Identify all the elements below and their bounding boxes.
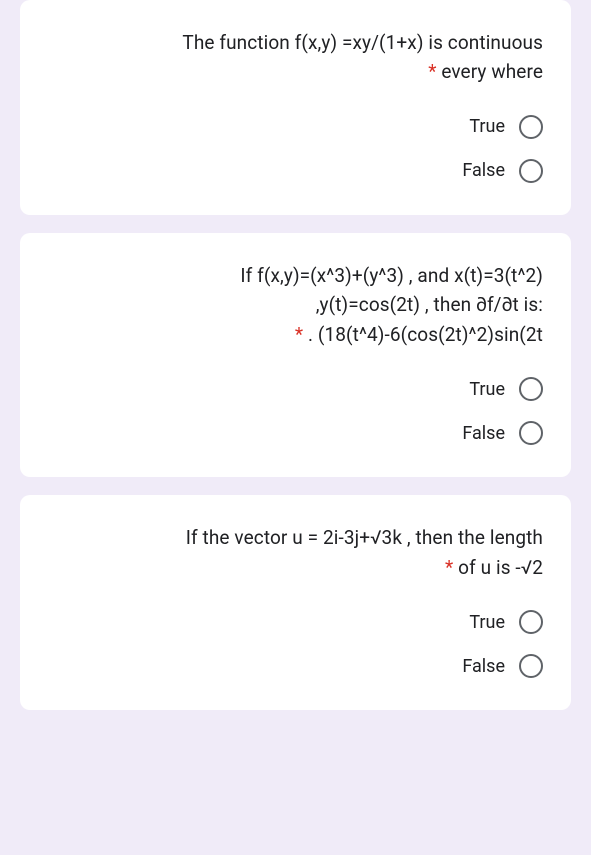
required-asterisk: * xyxy=(428,60,436,83)
required-asterisk: * xyxy=(295,323,303,346)
question-card-3: If the vector u = 2i-3j+√3k , then the l… xyxy=(20,495,571,710)
question-text: If f(x,y)=(x^3)+(y^3) , and x(t)=3(t^2) … xyxy=(48,261,543,349)
question-text: The function f(x,y) =xy/(1+x) is continu… xyxy=(48,28,543,87)
radio-icon xyxy=(519,159,543,183)
option-label: False xyxy=(462,160,505,181)
question-card-1: The function f(x,y) =xy/(1+x) is continu… xyxy=(20,0,571,215)
option-true[interactable]: True xyxy=(469,377,543,401)
option-true[interactable]: True xyxy=(469,610,543,634)
question-line: ,y(t)=cos(2t) , then ∂f/∂t is: xyxy=(316,293,543,316)
question-text: If the vector u = 2i-3j+√3k , then the l… xyxy=(48,523,543,582)
question-line: The function f(x,y) =xy/(1+x) is continu… xyxy=(182,31,543,54)
radio-icon xyxy=(519,115,543,139)
option-label: False xyxy=(462,423,505,444)
question-card-2: If f(x,y)=(x^3)+(y^3) , and x(t)=3(t^2) … xyxy=(20,233,571,477)
option-label: True xyxy=(469,612,505,633)
option-false[interactable]: False xyxy=(462,421,543,445)
options-group: True False xyxy=(48,115,543,183)
option-label: False xyxy=(462,656,505,677)
option-label: True xyxy=(469,116,505,137)
required-asterisk: * xyxy=(445,556,453,579)
question-line: . (18(t^4)-6(cos(2t)^2)sin(2t xyxy=(308,323,543,346)
options-group: True False xyxy=(48,377,543,445)
question-line: If f(x,y)=(x^3)+(y^3) , and x(t)=3(t^2) xyxy=(240,264,543,287)
question-line: every where xyxy=(441,60,543,83)
radio-icon xyxy=(519,377,543,401)
options-group: True False xyxy=(48,610,543,678)
question-line: of u is -√2 xyxy=(458,556,543,579)
radio-icon xyxy=(519,421,543,445)
radio-icon xyxy=(519,610,543,634)
option-true[interactable]: True xyxy=(469,115,543,139)
option-label: True xyxy=(469,379,505,400)
question-line: If the vector u = 2i-3j+√3k , then the l… xyxy=(186,526,543,549)
option-false[interactable]: False xyxy=(462,159,543,183)
radio-icon xyxy=(519,654,543,678)
option-false[interactable]: False xyxy=(462,654,543,678)
